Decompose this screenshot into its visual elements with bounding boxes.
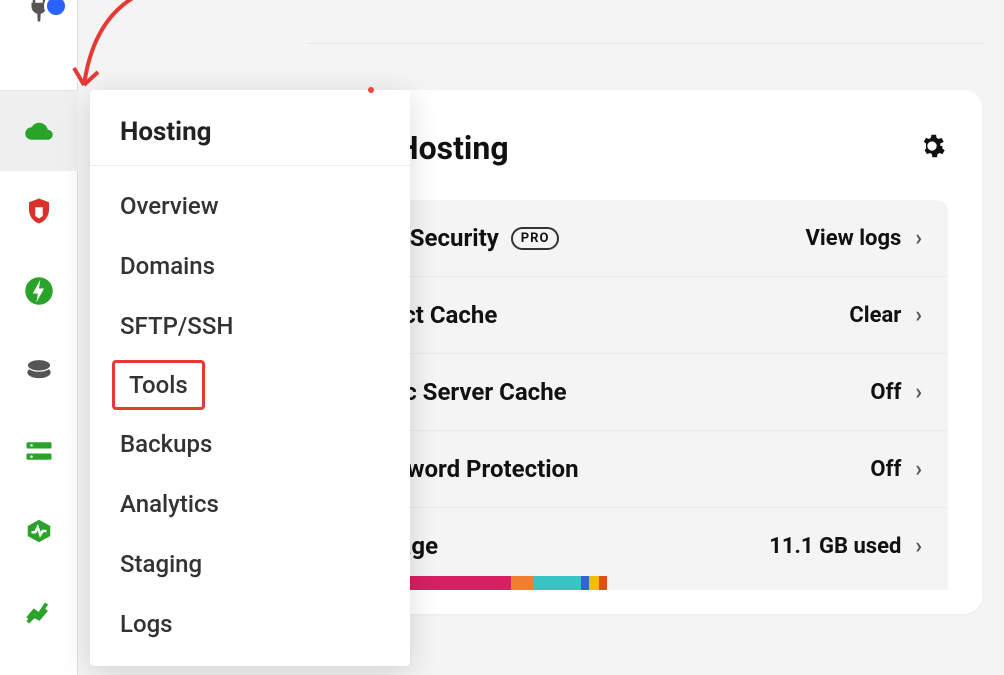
rail-item-analytics[interactable]	[0, 571, 78, 651]
row-action[interactable]: Clear ›	[849, 303, 922, 328]
top-divider	[308, 0, 984, 44]
row-value: View logs	[806, 226, 902, 251]
rail-item-disc[interactable]	[0, 331, 78, 411]
rail-item-server[interactable]	[0, 411, 78, 491]
rail-item-hosting[interactable]	[0, 91, 78, 171]
card-title: Hosting	[396, 129, 509, 167]
card-rows: WAF Security PRO View logs › Object Cach…	[310, 200, 982, 614]
hosting-flyout: Hosting OverviewDomainsSFTP/SSHToolsBack…	[90, 90, 410, 666]
rail-item-performance[interactable]	[0, 251, 78, 331]
shield-icon	[24, 196, 54, 226]
storage-segment	[534, 576, 581, 590]
rail-item-uptime[interactable]	[0, 491, 78, 571]
storage-bar	[404, 576, 664, 590]
chevron-right-icon: ›	[915, 303, 922, 328]
row-value: Off	[870, 457, 901, 482]
flyout-item-sftp-ssh[interactable]: SFTP/SSH	[90, 296, 410, 356]
storage-segment	[599, 576, 607, 590]
row-action[interactable]: View logs ›	[806, 226, 922, 251]
flyout-item-analytics[interactable]: Analytics	[90, 474, 410, 534]
bolt-icon	[24, 276, 54, 306]
chart-icon	[24, 596, 54, 626]
cloud-icon	[24, 116, 54, 146]
row-value: Clear	[849, 303, 901, 328]
storage-segment	[581, 576, 589, 590]
gear-icon	[918, 132, 946, 164]
storage-segment	[404, 576, 511, 590]
server-icon	[24, 436, 54, 466]
flyout-item-domains[interactable]: Domains	[90, 236, 410, 296]
sidebar-rail	[0, 0, 78, 675]
heartbeat-icon	[24, 516, 54, 546]
disc-icon	[24, 356, 54, 386]
settings-button[interactable]	[916, 132, 948, 164]
flyout-list: OverviewDomainsSFTP/SSHToolsBackupsAnaly…	[90, 166, 410, 654]
row-value: Off	[870, 380, 901, 405]
storage-segment	[589, 576, 599, 590]
badge-dot	[44, 0, 68, 18]
row-action[interactable]: Off ›	[870, 457, 922, 482]
flyout-item-staging[interactable]: Staging	[90, 534, 410, 594]
flyout-item-logs[interactable]: Logs	[90, 594, 410, 654]
hosting-card: Hosting WAF Security PRO View logs ›	[310, 90, 982, 614]
flyout-item-overview[interactable]: Overview	[90, 176, 410, 236]
row-action[interactable]: 11.1 GB used ›	[769, 534, 922, 559]
row-password-protection[interactable]: Password Protection Off ›	[344, 431, 948, 508]
rail-top-slot	[0, 0, 77, 90]
row-value: 11.1 GB used	[769, 534, 901, 559]
chevron-right-icon: ›	[915, 457, 922, 482]
row-storage[interactable]: Storage 11.1 GB used ›	[344, 508, 948, 590]
storage-segment	[511, 576, 534, 590]
card-header: Hosting	[310, 90, 982, 200]
pro-badge: PRO	[511, 227, 560, 250]
row-object-cache[interactable]: Object Cache Clear ›	[344, 277, 948, 354]
chevron-right-icon: ›	[915, 534, 922, 559]
flyout-header: Hosting	[90, 93, 410, 166]
flyout-item-tools[interactable]: Tools	[112, 360, 205, 410]
chevron-right-icon: ›	[915, 380, 922, 405]
flyout-item-backups[interactable]: Backups	[90, 414, 410, 474]
row-static-server-cache[interactable]: Static Server Cache Off ›	[344, 354, 948, 431]
row-action[interactable]: Off ›	[870, 380, 922, 405]
rail-item-security[interactable]	[0, 171, 78, 251]
row-waf-security[interactable]: WAF Security PRO View logs ›	[344, 200, 948, 277]
chevron-right-icon: ›	[915, 226, 922, 251]
